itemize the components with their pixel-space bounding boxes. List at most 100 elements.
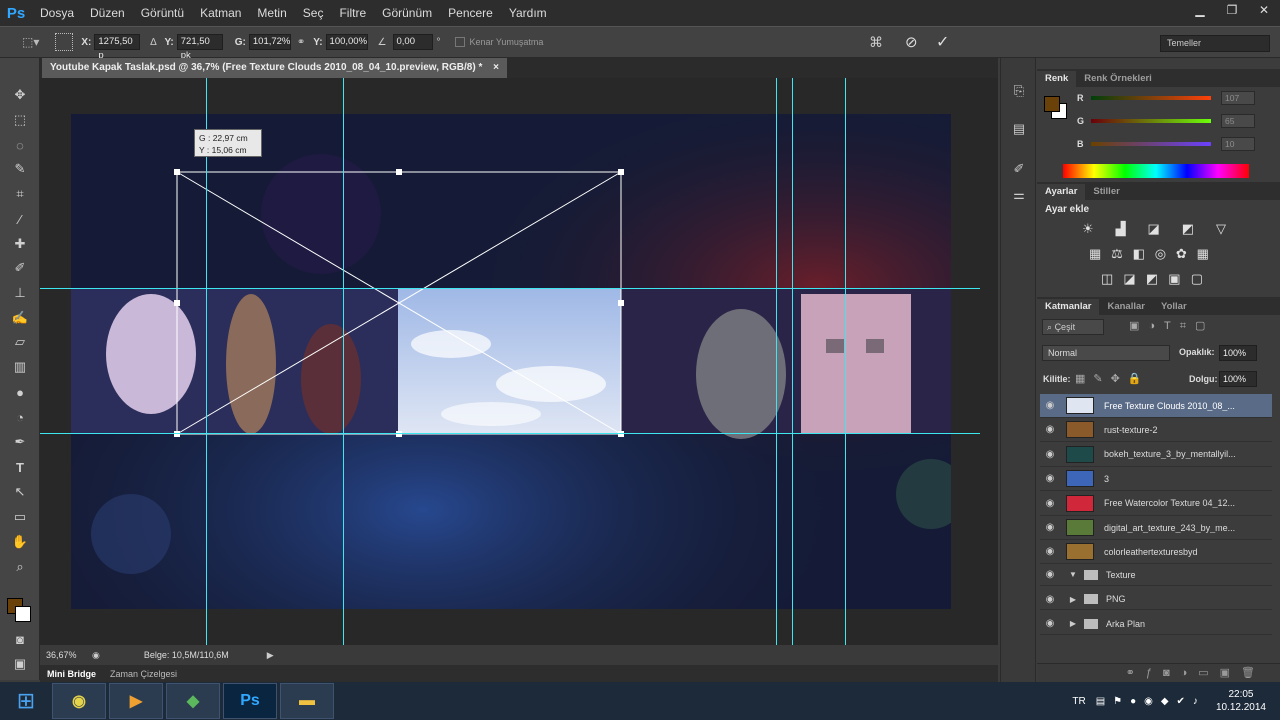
tab-renk-ornekleri[interactable]: Renk Örnekleri — [1076, 71, 1160, 87]
brightness-icon[interactable]: ☀ — [1082, 221, 1094, 237]
background-color-swatch[interactable] — [15, 606, 31, 622]
link-icon[interactable]: ⚭ — [297, 37, 305, 48]
visibility-eye-icon[interactable]: ◉ — [1040, 449, 1060, 460]
canvas-image[interactable] — [71, 114, 951, 609]
group-expand-icon[interactable]: ▶ — [1066, 595, 1080, 604]
menu-metin[interactable]: Metin — [249, 6, 294, 20]
blue-value[interactable]: 10 — [1221, 137, 1255, 151]
visibility-eye-icon[interactable]: ◉ — [1040, 618, 1060, 629]
warp-icon[interactable]: ⌘ — [869, 34, 883, 51]
red-value[interactable]: 107 — [1221, 91, 1255, 105]
lasso-tool-icon[interactable]: ◌ — [11, 136, 29, 154]
status-info-icon[interactable]: ◉ — [92, 650, 100, 661]
antialias-checkbox[interactable] — [454, 37, 465, 47]
hand-tool-icon[interactable]: ✋ — [11, 533, 29, 551]
menu-yardim[interactable]: Yardım — [501, 6, 555, 20]
visibility-eye-icon[interactable]: ◉ — [1040, 498, 1060, 509]
zoom-level[interactable]: 36,67% — [46, 650, 86, 660]
brush-panel-icon[interactable]: ✐ — [1010, 160, 1028, 178]
tab-yollar[interactable]: Yollar — [1153, 299, 1195, 315]
invert-icon[interactable]: ◫ — [1101, 271, 1113, 287]
green-slider[interactable] — [1091, 119, 1211, 123]
layer-row[interactable]: ◉ Free Texture Clouds 2010_08_... — [1040, 394, 1272, 418]
crop-tool-icon[interactable]: ⌗ — [11, 185, 29, 203]
dodge-tool-icon[interactable]: ◔ — [11, 408, 29, 426]
gradient-map-icon[interactable]: ▣ — [1168, 271, 1180, 287]
rectangle-tool-icon[interactable]: ▭ — [11, 508, 29, 526]
workspace-select[interactable]: Temeller — [1160, 35, 1270, 52]
tab-ayarlar[interactable]: Ayarlar — [1037, 184, 1086, 200]
layer-row[interactable]: ◉ rust-texture-2 — [1040, 418, 1272, 443]
layer-row[interactable]: ◉ ▶ PNG — [1040, 589, 1272, 611]
quick-mask-icon[interactable]: ◙ — [11, 630, 29, 648]
layer-filter-icons[interactable]: ▣◑T⌗▢ — [1129, 319, 1214, 333]
document-tab-close-icon[interactable]: × — [493, 62, 499, 73]
layer-row[interactable]: ◉ ▶ Arka Plan — [1040, 614, 1272, 635]
gradient-tool-icon[interactable]: ▥ — [11, 358, 29, 376]
menu-dosya[interactable]: Dosya — [32, 6, 82, 20]
hue-saturation-icon[interactable]: ▦ — [1089, 246, 1101, 262]
layer-row[interactable]: ◉ bokeh_texture_3_by_mentallyil... — [1040, 443, 1272, 467]
game-taskbar-icon[interactable]: ◆ — [166, 683, 220, 719]
visibility-eye-icon[interactable]: ◉ — [1040, 424, 1060, 435]
opacity-field[interactable]: 100% — [1219, 345, 1257, 361]
tab-mini-bridge[interactable]: Mini Bridge — [40, 669, 103, 679]
color-panel-foreground-swatch[interactable] — [1044, 96, 1060, 112]
menu-pencere[interactable]: Pencere — [440, 6, 501, 20]
color-lookup-icon[interactable]: ▦ — [1197, 246, 1209, 262]
pen-tool-icon[interactable]: ✒ — [11, 433, 29, 451]
curves-icon[interactable]: ◪ — [1148, 221, 1160, 237]
x-field[interactable]: 1275,50 p — [94, 34, 141, 61]
history-brush-tool-icon[interactable]: ✍ — [11, 309, 29, 327]
tab-renk[interactable]: Renk — [1037, 71, 1077, 87]
menu-gorunum[interactable]: Görünüm — [374, 6, 440, 20]
healing-brush-tool-icon[interactable]: ✚ — [11, 235, 29, 253]
blur-tool-icon[interactable]: ● — [11, 383, 29, 401]
move-tool-icon[interactable]: ✥ — [11, 86, 29, 104]
lock-icons[interactable]: ▦✎✥🔒 — [1075, 372, 1150, 385]
eraser-tool-icon[interactable]: ▱ — [11, 333, 29, 351]
vibrance-icon[interactable]: ▽ — [1216, 221, 1226, 237]
layer-row[interactable]: ◉ 3 — [1040, 467, 1272, 492]
blue-slider[interactable] — [1091, 142, 1211, 146]
move-tool-preset-icon[interactable]: ⬚▾ — [22, 35, 39, 49]
eyedropper-tool-icon[interactable]: ⁄ — [11, 210, 29, 228]
tab-katmanlar[interactable]: Katmanlar — [1037, 299, 1100, 315]
chrome-taskbar-icon[interactable]: ◉ — [52, 683, 106, 719]
clock[interactable]: 22:05 10.12.2014 — [1216, 688, 1266, 714]
group-collapse-icon[interactable]: ▼ — [1066, 570, 1080, 579]
angle-field[interactable]: 0,00 — [392, 34, 433, 50]
visibility-eye-icon[interactable]: ◉ — [1040, 522, 1060, 533]
fill-field[interactable]: 100% — [1219, 371, 1257, 387]
y-field[interactable]: 721,50 pk — [176, 34, 223, 61]
clone-stamp-tool-icon[interactable]: ⊥ — [11, 284, 29, 302]
layer-row[interactable]: ◉ colorleathertexturesbyd — [1040, 540, 1272, 565]
layer-row[interactable]: ◉ digital_art_texture_243_by_me... — [1040, 516, 1272, 540]
photoshop-taskbar-icon[interactable]: Ps — [223, 683, 277, 719]
restore-icon[interactable]: ❐ — [1216, 0, 1248, 20]
commit-transform-icon[interactable]: ✓ — [936, 32, 949, 52]
media-player-taskbar-icon[interactable]: ▶ — [109, 683, 163, 719]
blend-mode-select[interactable]: Normal — [1042, 345, 1170, 361]
marquee-tool-icon[interactable]: ⬚ — [11, 111, 29, 129]
color-balance-icon[interactable]: ⚖ — [1111, 246, 1123, 262]
path-select-tool-icon[interactable]: ↖ — [11, 483, 29, 501]
menu-sec[interactable]: Seç — [295, 6, 332, 20]
visibility-eye-icon[interactable]: ◉ — [1040, 569, 1060, 580]
document-tab[interactable]: Youtube Kapak Taslak.psd @ 36,7% (Free T… — [42, 58, 507, 78]
levels-icon[interactable]: ▟ — [1116, 221, 1126, 237]
visibility-eye-icon[interactable]: ◉ — [1040, 400, 1060, 411]
cancel-transform-icon[interactable]: ⊘ — [905, 33, 918, 51]
menu-goruntu[interactable]: Görüntü — [133, 6, 192, 20]
brush-tool-icon[interactable]: ✐ — [11, 259, 29, 277]
layers-bottom-toolbar[interactable]: ⚭ƒ◙◑▭▣🗑 — [1037, 663, 1280, 682]
posterize-icon[interactable]: ◪ — [1123, 271, 1135, 287]
menu-filtre[interactable]: Filtre — [331, 6, 374, 20]
exposure-icon[interactable]: ◩ — [1182, 221, 1194, 237]
visibility-eye-icon[interactable]: ◉ — [1040, 546, 1060, 557]
close-icon[interactable]: ✕ — [1248, 0, 1280, 20]
reference-point-icon[interactable] — [55, 33, 74, 51]
threshold-icon[interactable]: ◩ — [1146, 271, 1158, 287]
color-spectrum-bar[interactable] — [1063, 164, 1249, 178]
layer-row[interactable]: ◉ Free Watercolor Texture 04_12... — [1040, 492, 1272, 516]
